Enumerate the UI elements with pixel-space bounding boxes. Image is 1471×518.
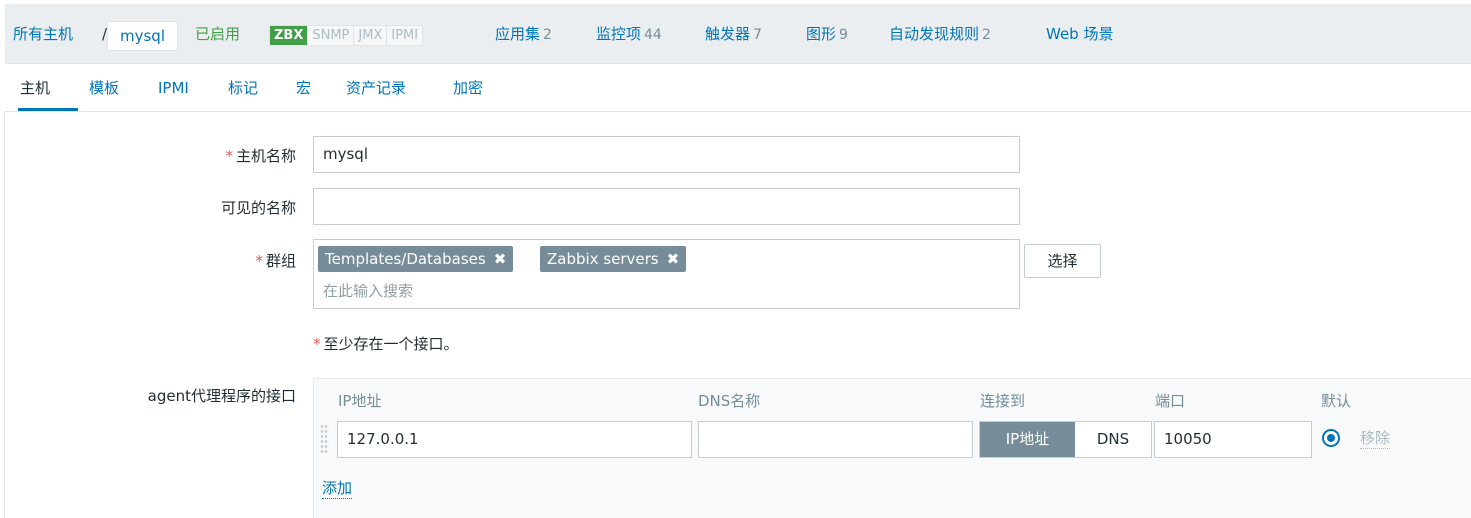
availability-indicators: ZBX SNMP JMX IPMI — [269, 25, 424, 46]
nav-triggers[interactable]: 触发器 7 — [705, 22, 762, 47]
group-chip-label: Templates/Databases — [325, 250, 486, 268]
host-name-input[interactable]: mysql — [313, 136, 1020, 173]
column-dns-name: DNS名称 — [698, 392, 761, 410]
connect-ip-option[interactable]: IP地址 — [980, 422, 1075, 457]
connect-dns-option[interactable]: DNS — [1075, 422, 1151, 457]
nav-graphs-count: 9 — [839, 27, 848, 43]
tab-inventory[interactable]: 资产记录 — [346, 77, 406, 99]
nav-items-count: 44 — [644, 27, 662, 43]
tab-tags[interactable]: 标记 — [228, 77, 258, 99]
port-input[interactable]: 10050 — [1154, 421, 1312, 458]
status-enabled-badge[interactable]: 已启用 — [195, 22, 240, 46]
availability-snmp: SNMP — [307, 26, 354, 45]
breadcrumb-all-hosts[interactable]: 所有主机 — [13, 22, 73, 46]
groups-search-input[interactable]: 在此输入搜索 — [323, 280, 413, 301]
host-tabs: 主机 模板 IPMI 标记 宏 资产记录 加密 — [5, 64, 1471, 112]
active-tab-indicator — [18, 108, 78, 111]
visible-name-label: 可见的名称 — [220, 199, 296, 217]
nav-items-label: 监控项 — [596, 25, 642, 43]
tab-host[interactable]: 主机 — [20, 77, 50, 99]
close-icon[interactable]: ✖ — [667, 250, 680, 268]
remove-interface-link[interactable]: 移除 — [1360, 429, 1391, 449]
dns-name-input[interactable] — [698, 421, 973, 458]
groups-multiselect[interactable]: Templates/Databases ✖ Zabbix servers ✖ 在此输… — [313, 239, 1020, 309]
nav-triggers-label: 触发器 — [705, 25, 751, 43]
group-chip-label: Zabbix servers — [547, 250, 659, 268]
column-ip-address: IP地址 — [338, 392, 382, 410]
nav-applications-label: 应用集 — [495, 25, 541, 43]
nav-graphs[interactable]: 图形 9 — [806, 22, 848, 47]
nav-discovery-rules-count: 2 — [982, 27, 991, 43]
nav-items[interactable]: 监控项 44 — [596, 22, 662, 47]
agent-interface-label: agent代理程序的接口 — [147, 387, 296, 405]
tab-macros[interactable]: 宏 — [296, 77, 311, 99]
interface-required-note-text: 至少存在一个接口。 — [323, 335, 459, 353]
nav-graphs-label: 图形 — [806, 25, 837, 43]
connect-to-toggle: IP地址 DNS — [979, 421, 1152, 458]
nav-discovery-rules[interactable]: 自动发现规则 2 — [889, 22, 991, 47]
nav-applications-count: 2 — [543, 27, 552, 43]
tab-templates[interactable]: 模板 — [89, 77, 119, 99]
required-marker: * — [225, 147, 233, 165]
column-connect-to: 连接到 — [980, 392, 1026, 410]
visible-name-input[interactable] — [313, 188, 1020, 225]
tab-ipmi[interactable]: IPMI — [158, 77, 189, 99]
column-port: 端口 — [1155, 392, 1186, 410]
close-icon[interactable]: ✖ — [494, 250, 507, 268]
nav-triggers-count: 7 — [753, 27, 762, 43]
column-default: 默认 — [1321, 392, 1352, 410]
breadcrumb-current-host[interactable]: mysql — [107, 21, 178, 51]
groups-label: * 群组 — [0, 250, 296, 271]
availability-ipmi: IPMI — [386, 26, 423, 45]
availability-zbx: ZBX — [270, 26, 308, 45]
radio-checked-icon[interactable] — [1322, 429, 1340, 447]
add-interface-link[interactable]: 添加 — [322, 479, 353, 499]
ip-address-input[interactable]: 127.0.0.1 — [337, 421, 692, 458]
nav-web-scenarios[interactable]: Web 场景 — [1046, 22, 1113, 46]
groups-label-text: 群组 — [265, 252, 296, 270]
nav-discovery-rules-label: 自动发现规则 — [889, 25, 980, 43]
host-name-label-text: 主机名称 — [235, 147, 296, 165]
required-marker: * — [313, 335, 321, 353]
interface-required-note: * 至少存在一个接口。 — [313, 333, 459, 354]
group-chip: Zabbix servers ✖ — [540, 246, 687, 272]
group-chip: Templates/Databases ✖ — [318, 246, 514, 272]
content-border — [4, 112, 5, 518]
nav-applications[interactable]: 应用集 2 — [495, 22, 552, 47]
availability-jmx: JMX — [353, 26, 387, 45]
tab-encryption[interactable]: 加密 — [453, 77, 483, 99]
select-groups-button[interactable]: 选择 — [1024, 244, 1101, 278]
host-name-label: * 主机名称 — [0, 145, 296, 166]
host-navbar: 所有主机 / mysql 已启用 ZBX SNMP JMX IPMI 应用集 2 … — [5, 4, 1471, 64]
required-marker: * — [255, 252, 263, 270]
drag-handle-icon[interactable] — [320, 424, 329, 454]
